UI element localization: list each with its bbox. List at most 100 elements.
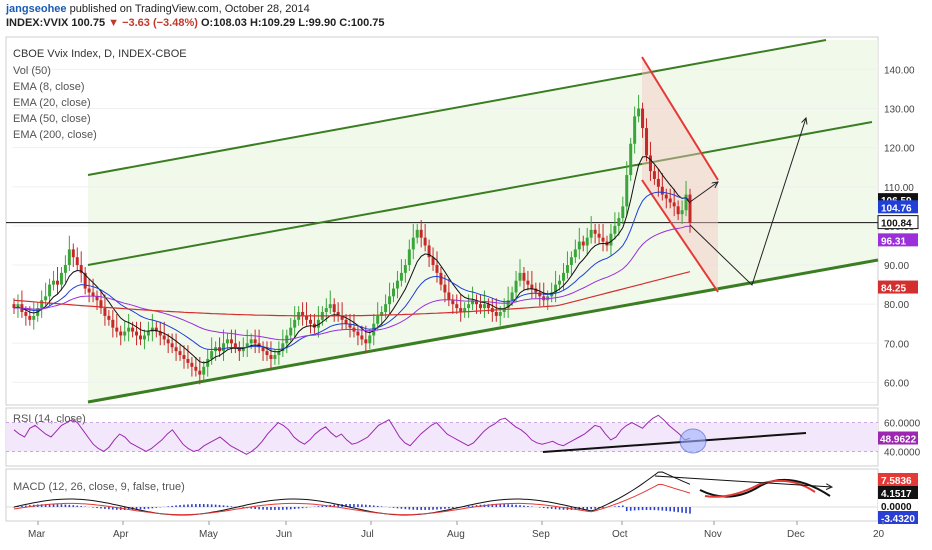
macd-bar <box>665 507 668 511</box>
candle-body <box>625 175 629 207</box>
candle-body <box>478 304 482 309</box>
macd-bar <box>519 505 521 507</box>
candle-body <box>415 229 419 238</box>
chart-canvas[interactable]: 60.0070.0080.0090.00100.00110.00120.0013… <box>0 0 932 550</box>
macd-bar <box>594 507 596 509</box>
macd-bar <box>285 507 288 510</box>
macd-bar <box>266 507 268 510</box>
candle-body <box>451 300 455 305</box>
candle-body <box>356 331 360 336</box>
macd-bar <box>262 507 264 510</box>
candle-body <box>253 339 257 344</box>
candle-body <box>360 335 364 340</box>
candle-body <box>569 257 573 266</box>
macd-bar <box>677 507 679 513</box>
candle-body <box>249 339 253 344</box>
macd-bar <box>653 507 656 511</box>
price-tags: 106.59104.76100.8496.3184.25 <box>877 193 919 295</box>
candle-body <box>328 304 332 309</box>
macd-bar <box>633 507 636 511</box>
macd-bar <box>301 507 304 509</box>
candle-body <box>194 366 198 371</box>
candle-body <box>637 108 641 117</box>
candle-body <box>142 335 146 340</box>
rsi-ellipse <box>679 428 707 454</box>
candle-body <box>52 280 56 285</box>
x-tick-label: Sep <box>532 529 550 540</box>
candle-body <box>119 331 123 336</box>
candle-body <box>344 319 348 324</box>
candle-body <box>135 331 139 336</box>
candle-body <box>190 362 194 367</box>
candle-body <box>447 292 451 301</box>
y-tick-label: 90.00 <box>884 261 909 272</box>
macd-bar <box>602 507 604 508</box>
macd-bar <box>96 507 98 509</box>
macd-bar <box>637 507 640 511</box>
candle-body <box>593 229 597 234</box>
candle-body <box>419 229 423 238</box>
macd-bar <box>380 506 383 507</box>
macd-bar <box>60 504 63 507</box>
candle-body <box>115 327 119 332</box>
candle-body <box>613 225 617 234</box>
macd-bar <box>179 505 181 507</box>
macd-bar <box>689 507 691 514</box>
candle-body <box>166 339 170 344</box>
candle-body <box>178 351 182 356</box>
macd-bar <box>372 505 375 507</box>
y-tick-label: 60.00 <box>884 378 909 389</box>
candle-body <box>265 351 269 356</box>
legend-title: CBOE Vvix Index, D, INDEX-CBOE <box>13 48 187 60</box>
macd-bar <box>440 507 442 510</box>
macd-value-label: 7.5836 <box>881 476 912 487</box>
candle-body <box>24 312 28 316</box>
macd-bar <box>621 505 624 507</box>
candle-body <box>40 300 44 309</box>
x-tick-label: Jul <box>361 529 374 540</box>
macd-bar <box>645 507 648 511</box>
candle-body <box>498 312 502 316</box>
macd-bar <box>80 506 83 507</box>
macd-bar <box>436 507 438 510</box>
macd-bar <box>527 506 529 507</box>
candle-body <box>32 315 36 320</box>
macd-bar <box>305 507 308 508</box>
y-tick-label: 80.00 <box>884 300 909 311</box>
macd-value-label: -3.4320 <box>881 514 915 525</box>
price-tag-label: 84.25 <box>881 284 906 295</box>
candle-body <box>67 249 71 266</box>
macd-bar <box>586 507 589 510</box>
candle-body <box>202 366 206 375</box>
macd-bar <box>199 504 201 507</box>
macd-pane[interactable] <box>5 468 879 522</box>
macd-bar <box>218 504 221 507</box>
macd-bar <box>641 507 644 511</box>
candle-body <box>332 304 336 312</box>
candle-body <box>210 351 214 359</box>
candle-body <box>273 355 277 359</box>
x-tick-label: Jun <box>276 529 292 540</box>
macd-bar <box>214 504 217 507</box>
macd-bar <box>147 507 150 509</box>
legend-ema8: EMA (8, close) <box>13 81 85 93</box>
candle-body <box>59 272 63 285</box>
x-tick-label: Nov <box>704 529 722 540</box>
macd-bar <box>167 506 169 507</box>
candle-body <box>186 358 190 363</box>
macd-bar <box>108 507 110 510</box>
y-tick-label: 70.00 <box>884 339 909 350</box>
candle-body <box>494 312 498 316</box>
macd-bar <box>92 507 94 508</box>
candle-body <box>633 116 637 144</box>
candle-body <box>123 331 127 336</box>
macd-bar <box>400 507 403 509</box>
macd-bar <box>270 507 272 510</box>
macd-bar <box>210 504 213 507</box>
macd-bar <box>64 504 67 507</box>
candle-body <box>648 155 652 172</box>
candle-body <box>28 315 32 320</box>
macd-bar <box>191 504 193 507</box>
candle-body <box>293 319 297 328</box>
candle-body <box>139 335 143 340</box>
